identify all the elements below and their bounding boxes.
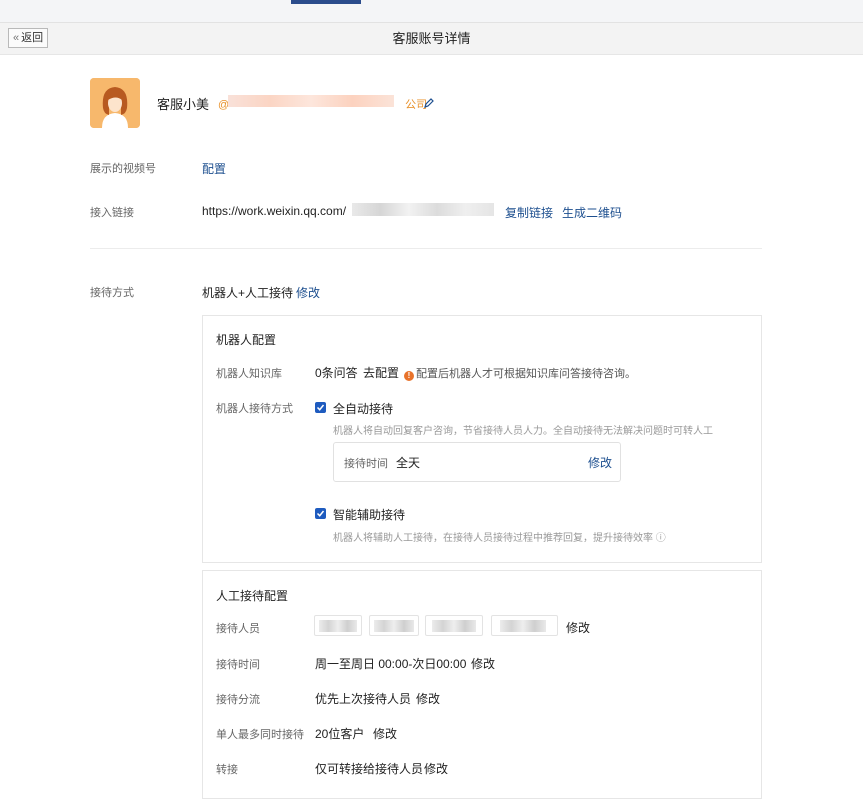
- robot-mode-label: 机器人接待方式: [216, 403, 293, 415]
- top-tab-strip: [0, 0, 863, 22]
- robot-time-box: 接待时间 全天 修改: [333, 442, 621, 482]
- transfer-value: 仅可转接给接待人员: [315, 762, 424, 776]
- info-icon[interactable]: ⓘ: [656, 533, 666, 544]
- knowledge-base-warning-text: 配置后机器人才可根据知识库问答接待咨询。: [416, 368, 636, 380]
- reception-mode-value: 机器人+人工接待: [202, 286, 294, 300]
- staff-chip[interactable]: [425, 615, 483, 636]
- smart-assist-label: 智能辅助接待: [333, 508, 406, 522]
- video-config-link[interactable]: 配置: [202, 160, 226, 177]
- manual-time-label: 接待时间: [216, 659, 260, 671]
- manual-time-value: 周一至周日 00:00-次日00:00: [315, 657, 467, 671]
- knowledge-base-count: 0条问答: [315, 366, 358, 380]
- manual-config-title: 人工接待配置: [216, 589, 289, 603]
- copy-link-button[interactable]: 复制链接: [505, 204, 553, 221]
- staff-edit[interactable]: 修改: [566, 619, 590, 636]
- access-link-value: https://work.weixin.qq.com/: [202, 204, 347, 218]
- active-tab-indicator: [291, 0, 361, 4]
- distribution-label: 接待分流: [216, 694, 260, 706]
- reception-mode-edit[interactable]: 修改: [296, 284, 320, 301]
- smart-assist-checkbox[interactable]: [315, 508, 326, 519]
- check-icon: [316, 404, 325, 411]
- generate-qr-button[interactable]: 生成二维码: [562, 204, 622, 221]
- corp-name-redacted: [228, 95, 394, 107]
- distribution-value: 优先上次接待人员: [315, 692, 412, 706]
- auto-reception-checkbox[interactable]: [315, 402, 326, 413]
- manual-config-panel: 人工接待配置 接待人员 修改 接待时间 周一至周日 00:00-次日00:00 …: [202, 570, 762, 799]
- transfer-label: 转接: [216, 764, 238, 776]
- max-concurrent-value: 20位客户: [315, 727, 365, 741]
- distribution-edit[interactable]: 修改: [416, 690, 440, 707]
- robot-time-edit[interactable]: 修改: [588, 454, 612, 471]
- page-header: « 返回 客服账号详情: [0, 22, 863, 55]
- knowledge-base-config-link[interactable]: 去配置: [363, 364, 399, 381]
- smart-assist-desc-text: 机器人将辅助人工接待，在接待人员接待过程中推荐回复，提升接待效率: [333, 533, 653, 544]
- account-name: 客服小美: [157, 97, 210, 112]
- manual-time-edit[interactable]: 修改: [471, 655, 495, 672]
- max-concurrent-label: 单人最多同时接待: [216, 729, 304, 741]
- max-concurrent-edit[interactable]: 修改: [373, 725, 397, 742]
- knowledge-base-label: 机器人知识库: [216, 368, 282, 380]
- staff-label: 接待人员: [216, 623, 260, 635]
- customer-service-avatar-icon: [90, 78, 140, 128]
- robot-time-value: 全天: [396, 456, 421, 470]
- access-link-redacted: [352, 203, 494, 216]
- reception-mode-label: 接待方式: [90, 287, 134, 299]
- avatar: [90, 78, 140, 128]
- knowledge-base-warning: ! 配置后机器人才可根据知识库问答接待咨询。: [404, 365, 636, 381]
- robot-config-panel: 机器人配置 机器人知识库 0条问答 去配置 ! 配置后机器人才可根据知识库问答接待…: [202, 315, 762, 563]
- staff-chip[interactable]: [491, 615, 558, 636]
- warning-icon: !: [404, 371, 414, 381]
- robot-time-label: 接待时间: [344, 458, 388, 470]
- auto-reception-label: 全自动接待: [333, 402, 394, 416]
- video-account-label: 展示的视频号: [90, 163, 156, 175]
- section-divider: [90, 248, 762, 249]
- smart-assist-desc: 机器人将辅助人工接待，在接待人员接待过程中推荐回复，提升接待效率 ⓘ: [333, 529, 666, 544]
- page-title: 客服账号详情: [392, 31, 471, 46]
- staff-chip[interactable]: [369, 615, 419, 636]
- transfer-edit[interactable]: 修改: [424, 760, 448, 777]
- staff-chip[interactable]: [314, 615, 362, 636]
- check-icon: [316, 510, 325, 517]
- robot-config-title: 机器人配置: [216, 333, 277, 347]
- auto-reception-desc: 机器人将自动回复客户咨询，节省接待人员人力。全自动接待无法解决问题时可转人工: [333, 426, 713, 437]
- edit-pencil-icon[interactable]: [424, 98, 434, 108]
- access-link-label: 接入链接: [90, 207, 134, 219]
